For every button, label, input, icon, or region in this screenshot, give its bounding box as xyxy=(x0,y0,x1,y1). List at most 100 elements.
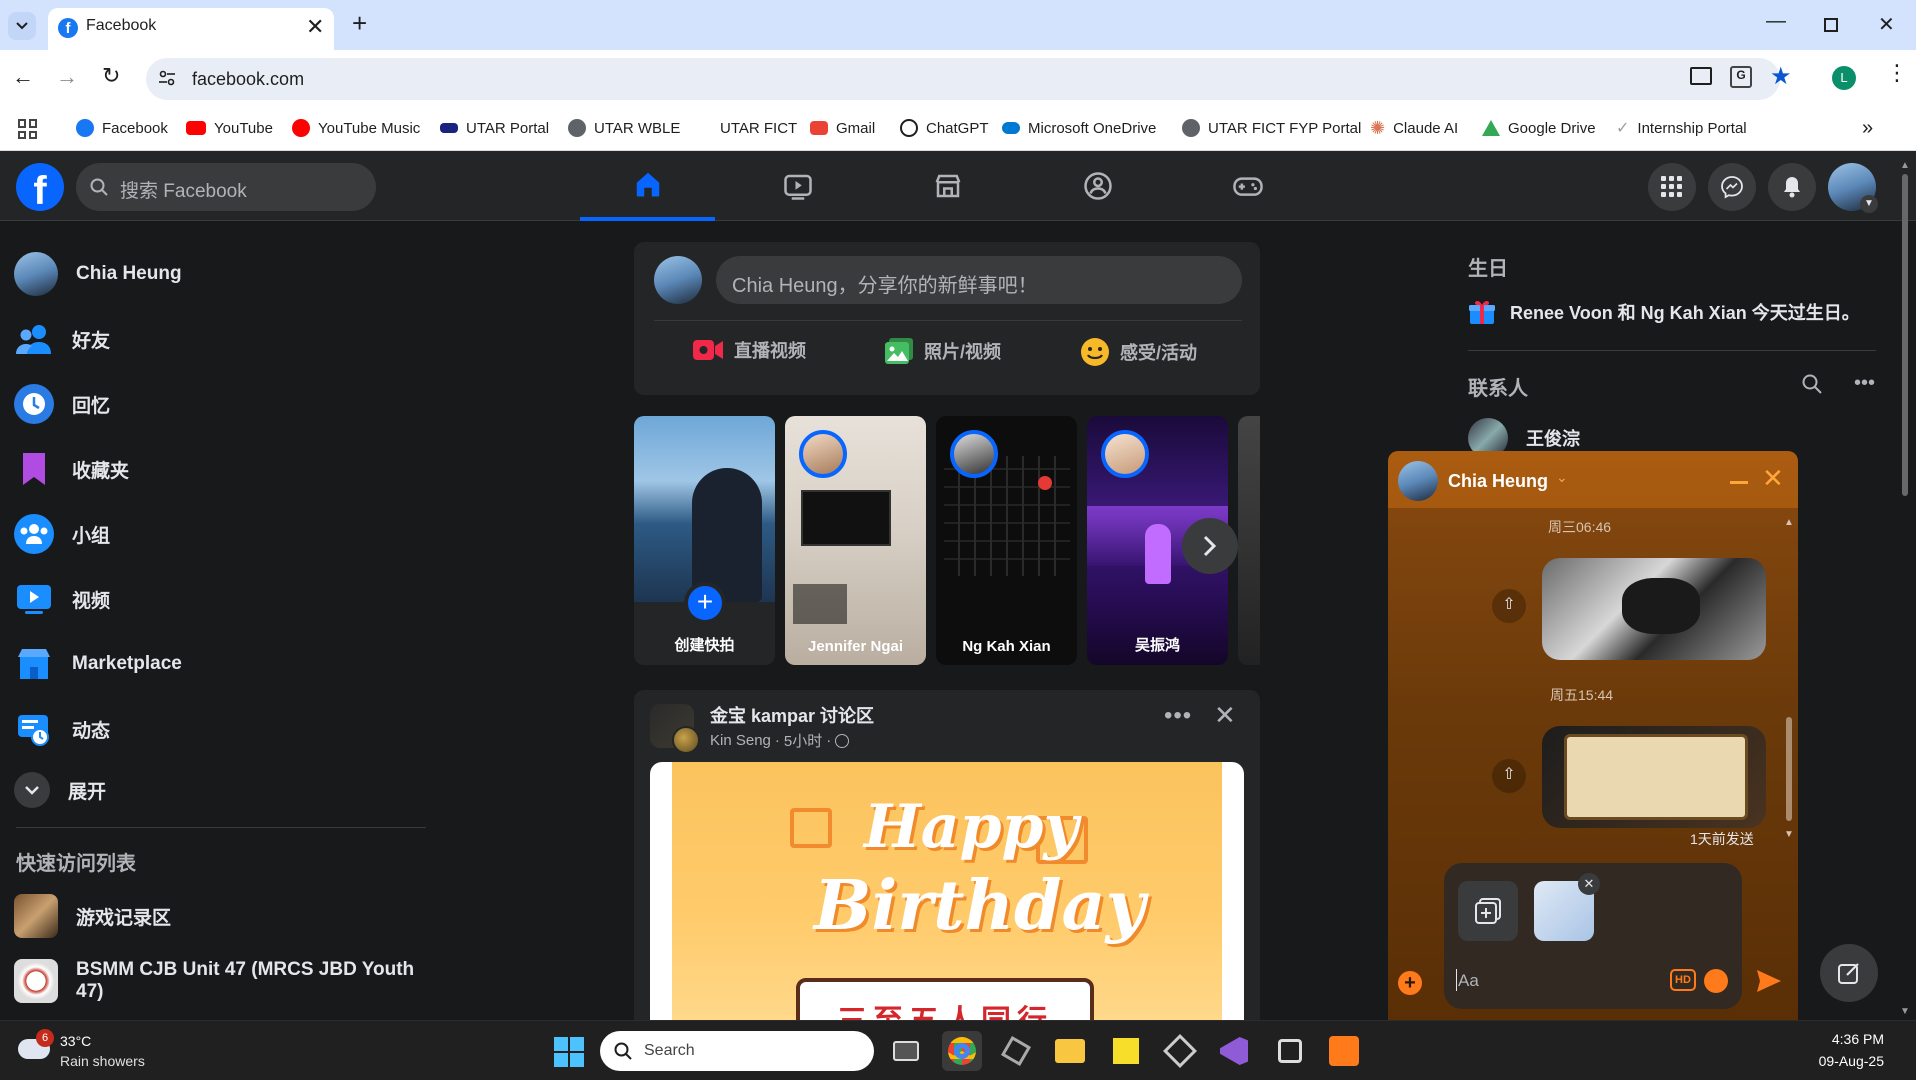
sidebar-item-feeds[interactable]: 动态 xyxy=(14,700,434,758)
restore-button[interactable] xyxy=(1824,18,1838,32)
chat-name[interactable]: Chia Heung xyxy=(1448,471,1548,492)
sidebar-item-expand[interactable]: 展开 xyxy=(14,761,434,819)
account-chevron-icon[interactable]: ▼ xyxy=(1860,195,1878,213)
app-icon[interactable] xyxy=(996,1031,1036,1071)
chat-avatar[interactable] xyxy=(1398,461,1438,501)
scroll-up-arrow[interactable]: ▲ xyxy=(1900,160,1910,171)
shortcut-item[interactable]: 游戏记录区 xyxy=(14,887,434,945)
new-message-button[interactable] xyxy=(1820,944,1878,1002)
sidebar-item-profile[interactable]: Chia Heung xyxy=(14,245,434,303)
shortcut-item[interactable]: BSMM CJB Unit 47 (MRCS JBD Youth 47) xyxy=(14,952,434,1010)
post-time[interactable]: 5小时 xyxy=(784,730,822,751)
feeling-button[interactable]: 感受/活动 xyxy=(1080,337,1197,367)
bookmark-internship[interactable]: ✓ Internship Portal xyxy=(1616,113,1747,143)
bookmark-facebook[interactable]: Facebook xyxy=(76,113,168,143)
search-box[interactable]: 搜索 Facebook xyxy=(76,163,376,211)
bookmark-youtube-music[interactable]: YouTube Music xyxy=(292,113,420,143)
chat-scrollbar[interactable] xyxy=(1786,717,1792,821)
sidebar-item-groups[interactable]: 小组 xyxy=(14,505,434,563)
image-message[interactable] xyxy=(1542,726,1766,828)
bookmark-utar-wble[interactable]: UTAR WBLE xyxy=(568,113,680,143)
back-icon[interactable]: ← xyxy=(12,64,34,90)
address-bar[interactable] xyxy=(146,58,1780,100)
post-image[interactable]: Happy Birthday 三至五人同行 xyxy=(650,762,1244,1020)
chat-more-actions-icon[interactable]: + xyxy=(1398,971,1422,995)
bookmark-youtube[interactable]: YouTube xyxy=(186,113,273,143)
chat-close-icon[interactable]: ✕ xyxy=(1762,463,1784,494)
live-video-button[interactable]: 直播视频 xyxy=(692,337,806,363)
forward-icon[interactable]: → xyxy=(56,64,78,90)
scroll-thumb[interactable] xyxy=(1902,174,1908,496)
post-more-icon[interactable]: ••• xyxy=(1164,702,1192,730)
install-app-icon[interactable] xyxy=(1690,67,1712,85)
contacts-search-icon[interactable] xyxy=(1802,374,1822,394)
weather-widget[interactable]: 6 33°C Rain showers xyxy=(18,1029,168,1073)
scroll-down-arrow[interactable]: ▼ xyxy=(1900,1006,1910,1017)
sidebar-item-memories[interactable]: 回忆 xyxy=(14,375,434,433)
reload-icon[interactable]: ↻ xyxy=(102,63,120,89)
message-input[interactable]: Aa HD xyxy=(1444,953,1742,1009)
bookmark-star-icon[interactable]: ★ xyxy=(1770,62,1792,91)
composer-avatar[interactable] xyxy=(654,256,702,304)
more-menu-icon[interactable]: ⋮ xyxy=(1886,62,1908,84)
bookmark-chatgpt[interactable]: ChatGPT xyxy=(900,113,989,143)
chat-scroll-down-icon[interactable]: ▼ xyxy=(1784,829,1794,840)
taskbar-search[interactable]: Search xyxy=(600,1031,874,1071)
birthday-row[interactable]: Renee Voon 和 Ng Kah Xian 今天过生日。 xyxy=(1468,298,1860,326)
bookmark-utar-fyp[interactable]: UTAR FICT FYP Portal xyxy=(1182,113,1361,143)
menu-button[interactable] xyxy=(1648,163,1696,211)
bookmark-gmail[interactable]: Gmail xyxy=(810,113,875,143)
add-attachment-button[interactable] xyxy=(1458,881,1518,941)
nav-video[interactable] xyxy=(730,151,865,221)
sidebar-item-friends[interactable]: 好友 xyxy=(14,310,434,368)
contacts-more-icon[interactable]: ••• xyxy=(1854,372,1875,395)
tab-search-button[interactable] xyxy=(8,12,36,40)
sublime-icon[interactable] xyxy=(1324,1031,1364,1071)
unity-icon[interactable] xyxy=(1160,1031,1200,1071)
chat-scroll-up-icon[interactable]: ▲ xyxy=(1784,517,1794,528)
emoji-icon[interactable] xyxy=(1704,969,1728,993)
bookmark-google-drive[interactable]: Google Drive xyxy=(1482,113,1596,143)
sticky-notes-icon[interactable] xyxy=(1106,1031,1146,1071)
translate-icon[interactable]: G xyxy=(1730,66,1752,88)
file-explorer-icon[interactable] xyxy=(1050,1031,1090,1071)
messenger-button[interactable] xyxy=(1708,163,1756,211)
bookmark-utar-fict[interactable]: UTAR FICT xyxy=(694,113,797,143)
close-tab-icon[interactable]: ✕ xyxy=(306,14,324,40)
new-tab-button[interactable]: + xyxy=(352,8,367,39)
unity-hub-icon[interactable] xyxy=(1270,1031,1310,1071)
story-card[interactable]: Jennifer Ngai xyxy=(785,416,926,665)
taskbar-time[interactable]: 4:36 PM xyxy=(1804,1031,1884,1047)
bookmark-claude[interactable]: ✺ Claude AI xyxy=(1370,113,1458,143)
composer-input[interactable]: Chia Heung，分享你的新鲜事吧！ xyxy=(716,256,1242,304)
sidebar-item-video[interactable]: 视频 xyxy=(14,570,434,628)
nav-home[interactable] xyxy=(580,151,715,221)
send-icon[interactable] xyxy=(1756,969,1782,993)
url-text[interactable]: facebook.com xyxy=(192,69,304,90)
more-bookmarks-icon[interactable]: » xyxy=(1862,117,1873,140)
page-scrollbar[interactable]: ▲ ▼ xyxy=(1900,160,1910,1020)
story-create[interactable]: + 创建快拍 xyxy=(634,416,775,665)
notifications-button[interactable] xyxy=(1768,163,1816,211)
image-message[interactable] xyxy=(1542,558,1766,660)
photo-video-button[interactable]: 照片/视频 xyxy=(884,337,1001,365)
chrome-icon[interactable] xyxy=(942,1031,982,1071)
share-icon[interactable]: ⇧ xyxy=(1492,589,1526,623)
bookmark-utar-portal[interactable]: UTAR Portal xyxy=(440,113,549,143)
facebook-logo[interactable]: f xyxy=(16,163,64,211)
close-window-button[interactable]: ✕ xyxy=(1878,12,1895,37)
sidebar-item-saved[interactable]: 收藏夹 xyxy=(14,440,434,498)
task-view-icon[interactable] xyxy=(886,1031,926,1071)
hd-icon[interactable]: HD xyxy=(1670,969,1696,991)
chat-minimize-icon[interactable] xyxy=(1730,481,1748,484)
sidebar-item-marketplace[interactable]: Marketplace xyxy=(14,635,434,693)
apps-grid-icon[interactable] xyxy=(18,119,38,139)
visual-studio-icon[interactable] xyxy=(1214,1031,1254,1071)
minimize-button[interactable]: — xyxy=(1766,10,1786,33)
chat-name-chevron-icon[interactable]: ⌄ xyxy=(1556,469,1568,486)
nav-marketplace[interactable] xyxy=(880,151,1015,221)
remove-attachment-icon[interactable]: ✕ xyxy=(1578,873,1600,895)
author-avatar[interactable] xyxy=(672,726,700,754)
site-info-icon[interactable] xyxy=(158,69,176,87)
taskbar-date[interactable]: 09-Aug-25 xyxy=(1804,1053,1884,1069)
